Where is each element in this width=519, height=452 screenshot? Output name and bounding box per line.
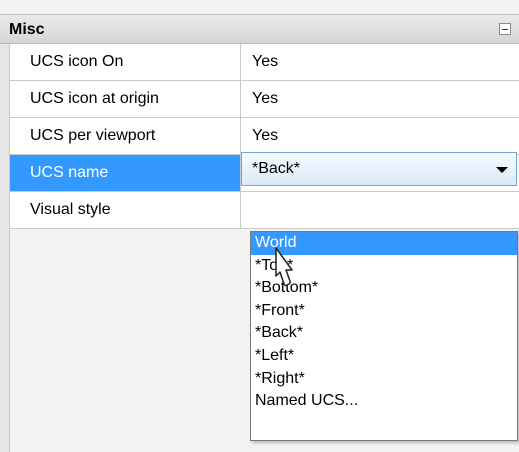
combobox-value: *Back*: [252, 160, 301, 177]
property-value[interactable]: Yes: [242, 44, 519, 80]
category-gutter: [0, 44, 10, 452]
section-title: Misc: [9, 21, 45, 38]
property-name: UCS name: [10, 155, 241, 191]
property-value[interactable]: Yes: [242, 118, 519, 154]
chevron-down-icon[interactable]: [496, 167, 508, 173]
property-value[interactable]: [242, 192, 519, 228]
section-header-misc[interactable]: Misc: [0, 14, 519, 44]
property-name: UCS per viewport: [10, 118, 241, 154]
property-row-ucs-per-viewport[interactable]: UCS per viewport Yes: [10, 118, 519, 155]
property-row-ucs-icon-at-origin[interactable]: UCS icon at origin Yes: [10, 81, 519, 118]
dropdown-option-back[interactable]: *Back*: [251, 322, 517, 345]
property-name: UCS icon On: [10, 44, 241, 80]
property-name: UCS icon at origin: [10, 81, 241, 117]
dropdown-option-right[interactable]: *Right*: [251, 368, 517, 391]
ucs-name-combobox[interactable]: *Back*: [241, 152, 517, 186]
mouse-pointer-icon: [275, 247, 293, 287]
dropdown-option-named-ucs[interactable]: Named UCS...: [251, 390, 517, 413]
property-row-visual-style[interactable]: Visual style: [10, 192, 519, 229]
dropdown-option-front[interactable]: *Front*: [251, 300, 517, 323]
properties-panel: Misc UCS icon On Yes UCS icon at origin …: [0, 0, 519, 452]
property-rows: UCS icon On Yes UCS icon at origin Yes U…: [10, 44, 519, 229]
property-name: Visual style: [10, 192, 241, 228]
dropdown-option-left[interactable]: *Left*: [251, 345, 517, 368]
property-row-ucs-icon-on[interactable]: UCS icon On Yes: [10, 44, 519, 81]
collapse-icon[interactable]: [499, 23, 511, 35]
property-value[interactable]: Yes: [242, 81, 519, 117]
